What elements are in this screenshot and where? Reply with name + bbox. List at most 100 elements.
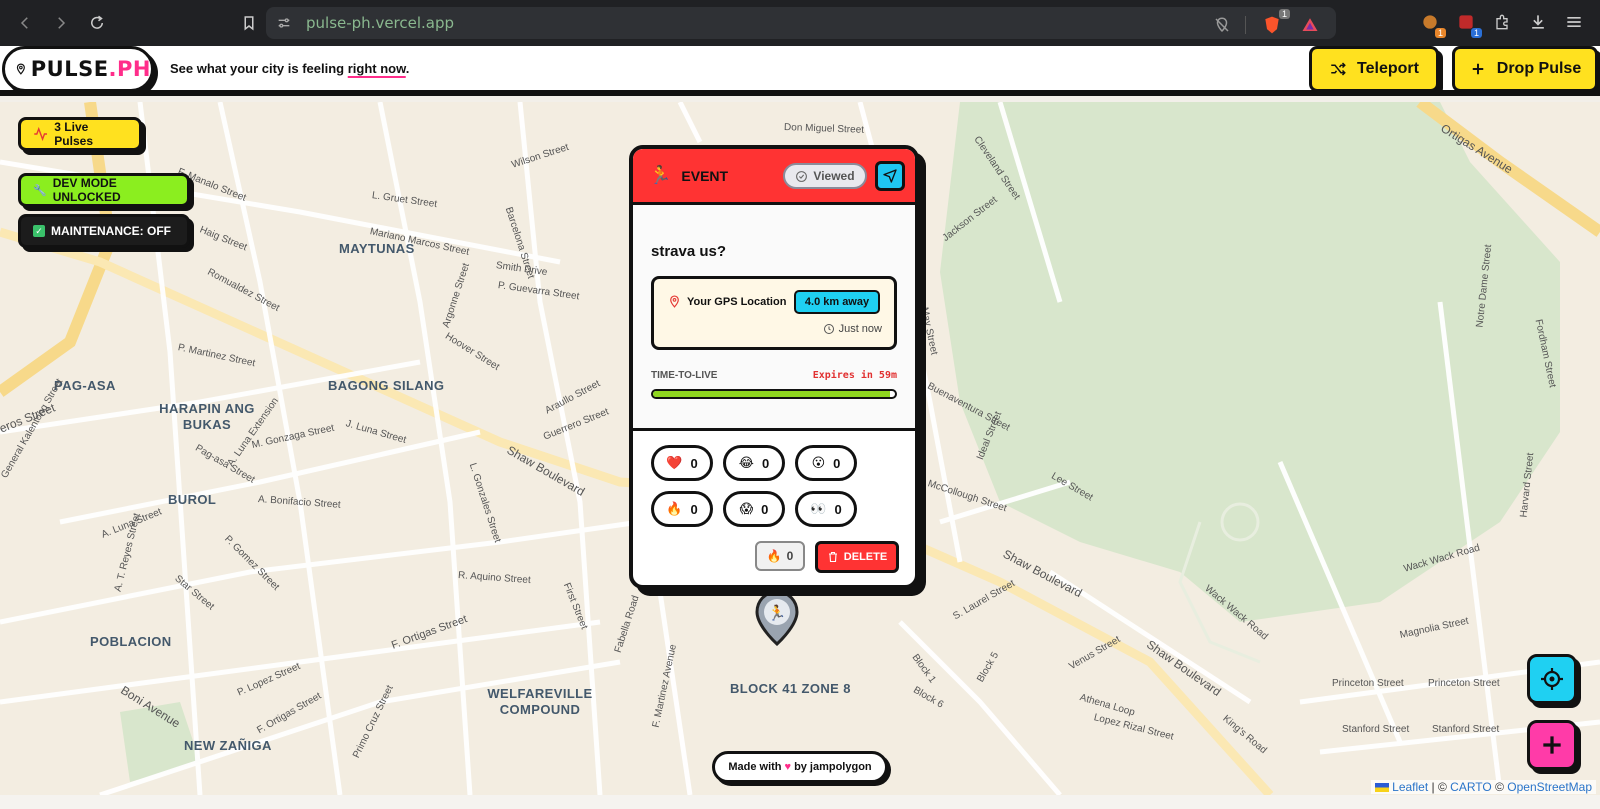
area-label-burol: BUROL — [168, 492, 217, 507]
street-label: Princeton Street — [1428, 678, 1500, 689]
ttl-row: TIME-TO-LIVE Expires in 59m — [651, 370, 897, 381]
card-body: strava us? Your GPS Location 4.0 km away… — [633, 205, 915, 431]
tagline: See what your city is feeling right now. — [170, 61, 410, 76]
bookmark-icon — [244, 16, 254, 31]
eyes-icon: 👀 — [810, 501, 827, 516]
download-icon[interactable] — [1526, 10, 1550, 34]
drop-pulse-button[interactable]: Drop Pulse — [1452, 46, 1598, 92]
map-pin-icon — [670, 295, 679, 308]
viewed-badge: Viewed — [783, 163, 867, 189]
wow-icon: 😮 — [811, 455, 826, 470]
maintenance-toggle[interactable]: ✓ MAINTENANCE: OFF — [18, 214, 190, 248]
fire-count[interactable]: 🔥 0 — [755, 541, 805, 571]
made-with-credit[interactable]: Made with ♥ by jampolygon — [712, 751, 888, 783]
location-label: Your GPS Location — [668, 295, 786, 308]
plus-icon — [1472, 63, 1484, 75]
leaflet-link[interactable]: Leaflet — [1392, 780, 1428, 794]
crosshair-icon — [1541, 668, 1563, 690]
clock-icon — [823, 324, 834, 334]
shuffle-icon — [1331, 62, 1346, 76]
reaction-scream-button[interactable]: 😱 0 — [723, 491, 785, 527]
fire-icon: 🔥 — [666, 501, 683, 516]
back-button[interactable] — [10, 8, 40, 38]
extension-blocker-icon[interactable]: 1 — [1454, 10, 1482, 38]
area-label-harapin-ang-bukas: HARAPIN ANG BUKAS — [159, 401, 255, 432]
carto-link[interactable]: CARTO — [1450, 780, 1492, 794]
street-label: Princeton Street — [1332, 678, 1404, 689]
checkbox-icon: ✓ — [33, 225, 45, 237]
address-bar[interactable]: pulse-ph.vercel.app 1 — [266, 7, 1336, 39]
logo-text: PULSE.PH — [30, 57, 151, 81]
teleport-button[interactable]: Teleport — [1309, 46, 1439, 92]
reaction-eyes-button[interactable]: 👀 0 — [795, 491, 857, 527]
card-category: EVENT — [681, 167, 729, 184]
ttl-progress-fill — [653, 391, 891, 397]
check-circle-icon — [796, 170, 808, 182]
author-link[interactable]: jampolygon — [810, 761, 872, 773]
extension-fox-icon[interactable]: 1 — [1418, 10, 1446, 38]
browser-toolbar: pulse-ph.vercel.app 1 1 1 — [0, 0, 1600, 46]
navigate-button[interactable] — [875, 161, 905, 191]
logo[interactable]: PULSE.PH — [2, 46, 154, 92]
area-label-bagong-silang: BAGONG SILANG — [328, 378, 445, 393]
timestamp: Just now — [823, 323, 882, 335]
live-pulses-badge[interactable]: 3 Live Pulses — [18, 117, 142, 151]
reaction-fire-button[interactable]: 🔥 0 — [651, 491, 713, 527]
card-header: 🏃 EVENT Viewed — [633, 149, 915, 205]
fire-icon: 🔥 — [766, 549, 782, 563]
reaction-laugh-button[interactable]: 😂 0 — [723, 445, 785, 481]
scream-icon: 😱 — [739, 501, 754, 516]
laugh-icon: 😂 — [738, 455, 754, 470]
running-icon: 🏃 — [649, 165, 672, 185]
reaction-heart-button[interactable]: ❤️ 0 — [651, 445, 713, 481]
street-label: Stanford Street — [1432, 724, 1500, 735]
dev-mode-badge[interactable]: 🔧 DEV MODE UNLOCKED — [18, 173, 190, 207]
osm-link[interactable]: OpenStreetMap — [1507, 780, 1592, 794]
map-attribution: Leaflet | © CARTO © OpenStreetMap — [1370, 780, 1596, 794]
expires-text: Expires in 59m — [812, 370, 897, 381]
forward-button[interactable] — [46, 8, 76, 38]
map-pin-icon — [16, 63, 25, 75]
ukraine-flag-icon — [1374, 783, 1389, 793]
delete-button[interactable]: DELETE — [815, 541, 899, 573]
reaction-wow-button[interactable]: 😮 0 — [795, 445, 857, 481]
area-label-welfareville: WELFAREVILLE COMPOUND — [487, 686, 593, 717]
navigation-icon — [883, 169, 897, 183]
distance-badge: 4.0 km away — [794, 290, 880, 314]
add-pulse-button[interactable] — [1527, 720, 1577, 770]
svg-text:🏃: 🏃 — [768, 604, 787, 622]
app-header: PULSE.PH See what your city is feeling r… — [0, 46, 1600, 96]
trash-icon — [828, 551, 837, 563]
chevron-left-icon — [20, 17, 28, 29]
location-off-icon[interactable] — [1213, 16, 1231, 34]
brave-shield-icon[interactable]: 1 — [1260, 9, 1290, 37]
wrench-icon: 🔧 — [33, 184, 47, 197]
area-label-poblacion: POBLACION — [90, 634, 172, 649]
plus-icon — [1543, 736, 1561, 754]
site-settings-icon[interactable] — [276, 15, 292, 31]
reload-icon — [91, 15, 103, 29]
location-box: Your GPS Location 4.0 km away Just now — [651, 276, 897, 350]
reactions: ❤️ 0 😂 0 😮 0 🔥 0 😱 0 👀 0 — [633, 431, 915, 527]
url-text[interactable]: pulse-ph.vercel.app — [306, 14, 454, 32]
pulse-marker[interactable]: 🏃 — [753, 590, 801, 646]
menu-icon[interactable] — [1562, 10, 1586, 34]
street-label: Stanford Street — [1342, 724, 1410, 735]
heart-icon: ❤️ — [666, 455, 683, 470]
bookmark-button[interactable] — [234, 8, 264, 38]
area-label-block-41-zone-8: BLOCK 41 ZONE 8 — [730, 681, 851, 696]
pulse-text: strava us? — [651, 243, 727, 260]
ttl-label: TIME-TO-LIVE — [651, 370, 718, 381]
area-label-new-zaniga: NEW ZAÑIGA — [184, 738, 272, 753]
brave-rewards-icon[interactable] — [1298, 13, 1322, 37]
card-footer: 🔥 0 DELETE — [755, 541, 899, 573]
page-footer — [0, 795, 1600, 809]
activity-icon — [34, 126, 48, 142]
ttl-progress-bar — [651, 389, 897, 399]
pulse-card: 🏃 EVENT Viewed strava us? Your GPS Locat… — [629, 145, 919, 589]
locate-me-button[interactable] — [1527, 654, 1577, 704]
reload-button[interactable] — [82, 8, 112, 38]
extensions-puzzle-icon[interactable] — [1490, 10, 1514, 34]
chevron-right-icon — [58, 17, 66, 29]
heart-icon: ♥ — [784, 761, 792, 773]
